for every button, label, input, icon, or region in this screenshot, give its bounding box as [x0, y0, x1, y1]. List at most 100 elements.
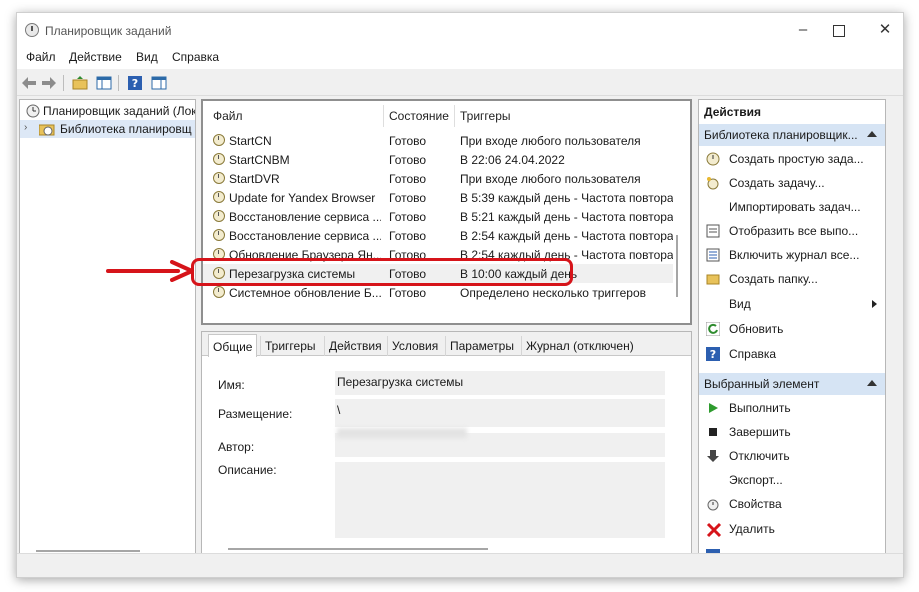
- task-trigger: При входе любого пользователя: [460, 172, 641, 186]
- horizontal-scrollbar[interactable]: [36, 550, 140, 552]
- menu-bar: Файл Действие Вид Справка: [17, 47, 903, 69]
- column-divider[interactable]: [454, 105, 455, 127]
- actions-pane: Действия Библиотека планировщик... Созда…: [698, 99, 886, 561]
- collapse-caret-icon[interactable]: [867, 131, 877, 137]
- status-bar: [17, 553, 903, 577]
- window-title: Планировщик заданий: [45, 24, 172, 38]
- tab-conditions[interactable]: Условия: [387, 336, 442, 356]
- task-trigger: При входе любого пользователя: [460, 134, 641, 148]
- action-properties[interactable]: Свойства: [699, 493, 885, 515]
- menu-file[interactable]: Файл: [26, 50, 56, 64]
- action-end[interactable]: Завершить: [699, 421, 885, 443]
- up-folder-icon[interactable]: [70, 73, 90, 93]
- task-trigger: В 2:54 каждый день - Частота повтора: [460, 248, 673, 262]
- submenu-arrow-icon: [872, 300, 877, 308]
- table-row-selected[interactable]: Перезагрузка системы Готово В 10:00 кажд…: [203, 264, 673, 283]
- task-trigger: В 5:21 каждый день - Частота повтора: [460, 210, 673, 224]
- show-hide-action-pane-icon[interactable]: [149, 73, 169, 93]
- maximize-button[interactable]: [829, 20, 849, 40]
- column-header-triggers[interactable]: Триггеры: [460, 109, 511, 123]
- horizontal-scrollbar[interactable]: [228, 548, 488, 550]
- task-status: Готово: [389, 267, 427, 281]
- action-disable[interactable]: Отключить: [699, 445, 885, 467]
- action-refresh[interactable]: Обновить: [699, 318, 885, 340]
- task-status: Готово: [389, 172, 427, 186]
- section-selected-item[interactable]: Выбранный элемент: [699, 373, 885, 395]
- action-create-basic-task[interactable]: Создать простую зада...: [699, 148, 885, 170]
- description-field[interactable]: [335, 462, 665, 538]
- tab-settings[interactable]: Параметры: [445, 336, 518, 356]
- minimize-button[interactable]: –: [793, 20, 813, 40]
- table-row[interactable]: Восстановление сервиса ... Готово В 2:54…: [203, 226, 673, 245]
- vertical-scrollbar[interactable]: [676, 235, 678, 297]
- task-clock-icon: [213, 134, 225, 146]
- forward-arrow-icon[interactable]: [39, 73, 59, 93]
- close-button[interactable]: ✕: [875, 20, 895, 40]
- column-header-status[interactable]: Состояние: [389, 109, 449, 123]
- svg-text:?: ?: [710, 348, 716, 361]
- action-label: Импортировать задач...: [729, 200, 861, 214]
- task-trigger: Определено несколько триггеров: [460, 286, 647, 300]
- action-label: Завершить: [729, 425, 791, 439]
- tab-general[interactable]: Общие: [208, 334, 258, 357]
- tab-history[interactable]: Журнал (отключен): [521, 336, 638, 356]
- action-export[interactable]: Экспорт...: [699, 469, 885, 491]
- action-view[interactable]: Вид: [699, 293, 885, 315]
- table-row[interactable]: Восстановление сервиса ... Готово В 5:21…: [203, 207, 673, 226]
- running-tasks-icon: [706, 224, 720, 238]
- chevron-right-icon[interactable]: ›: [24, 122, 34, 136]
- menu-view[interactable]: Вид: [136, 50, 158, 64]
- collapse-caret-icon[interactable]: [867, 380, 877, 386]
- tab-actions[interactable]: Действия: [324, 336, 386, 356]
- action-help[interactable]: ? Справка: [699, 343, 885, 365]
- action-delete[interactable]: Удалить: [699, 518, 885, 540]
- back-arrow-icon[interactable]: [19, 73, 39, 93]
- console-tree: Планировщик заданий (Лок › Библиотека пл…: [19, 99, 196, 561]
- table-row[interactable]: StartDVR Готово При входе любого пользов…: [203, 169, 673, 188]
- run-icon: [706, 401, 720, 415]
- menu-action[interactable]: Действие: [69, 50, 122, 64]
- action-display-running[interactable]: Отобразить все выпо...: [699, 220, 885, 242]
- svg-text:?: ?: [132, 77, 138, 90]
- location-field[interactable]: \: [335, 399, 665, 427]
- enable-history-icon: [706, 248, 720, 262]
- action-create-task[interactable]: Создать задачу...: [699, 172, 885, 194]
- tab-triggers[interactable]: Триггеры: [260, 336, 320, 356]
- toolbar-separator: [63, 75, 64, 91]
- column-divider[interactable]: [383, 105, 384, 127]
- properties-icon: [706, 497, 720, 511]
- task-status: Готово: [389, 134, 427, 148]
- action-enable-history[interactable]: Включить журнал все...: [699, 244, 885, 266]
- table-row[interactable]: Обновление Браузера Ян... Готово В 2:54 …: [203, 245, 673, 264]
- table-row[interactable]: StartCNBM Готово В 22:06 24.04.2022: [203, 150, 673, 169]
- red-arrow-icon: [106, 260, 194, 282]
- name-label: Имя:: [218, 378, 245, 392]
- task-scheduler-window: Планировщик заданий – ✕ Файл Действие Ви…: [16, 12, 904, 578]
- details-tabs: Общие Триггеры Действия Условия Параметр…: [202, 332, 691, 357]
- show-hide-console-tree-icon[interactable]: [94, 73, 114, 93]
- section-library[interactable]: Библиотека планировщик...: [699, 124, 885, 146]
- tree-item-root[interactable]: Планировщик заданий (Лок: [20, 102, 195, 120]
- task-trigger: В 2:54 каждый день - Частота повтора: [460, 229, 673, 243]
- table-row[interactable]: Update for Yandex Browser Готово В 5:39 …: [203, 188, 673, 207]
- help-icon[interactable]: ?: [125, 73, 145, 93]
- tree-label-library: Библиотека планировщ: [60, 122, 192, 136]
- action-import-task[interactable]: Импортировать задач...: [699, 196, 885, 218]
- action-label: Справка: [729, 347, 777, 361]
- name-field[interactable]: Перезагрузка системы: [335, 371, 665, 395]
- action-run[interactable]: Выполнить: [699, 397, 885, 419]
- tree-item-library[interactable]: › Библиотека планировщ: [20, 120, 195, 138]
- toolbar-separator: [118, 75, 119, 91]
- task-name: StartCNBM: [229, 153, 290, 167]
- task-trigger: В 22:06 24.04.2022: [460, 153, 565, 167]
- clock-icon: [26, 104, 40, 118]
- action-label: Обновить: [729, 322, 784, 336]
- action-label: Создать папку...: [729, 272, 818, 286]
- column-header-name[interactable]: Файл: [213, 109, 243, 123]
- task-clock-icon: [213, 286, 225, 298]
- action-new-folder[interactable]: Создать папку...: [699, 268, 885, 290]
- table-row[interactable]: Системное обновление Б... Готово Определ…: [203, 283, 673, 302]
- task-clock-icon: [213, 191, 225, 203]
- table-row[interactable]: StartCN Готово При входе любого пользова…: [203, 131, 673, 150]
- menu-help[interactable]: Справка: [172, 50, 219, 64]
